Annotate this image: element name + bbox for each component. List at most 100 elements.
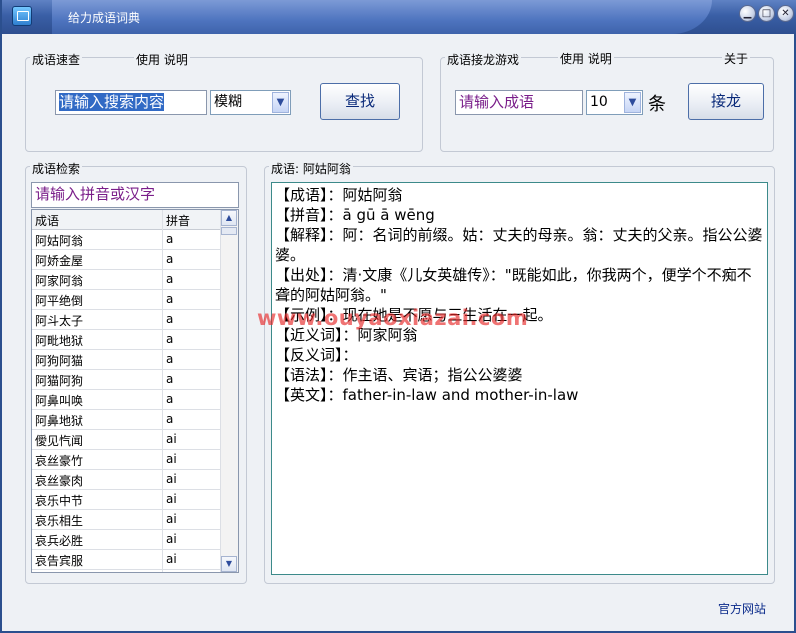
quick-lookup-help-link[interactable]: 使用 说明 xyxy=(134,51,190,68)
list-item[interactable]: 阿狗阿猫 a xyxy=(32,350,222,370)
scroll-down-button[interactable]: ▼ xyxy=(221,556,237,572)
list-item-pinyin: a xyxy=(166,272,174,286)
list-item-pinyin: a xyxy=(166,372,174,386)
list-item-idiom: 哀告宾服 xyxy=(35,554,84,568)
list-item-pinyin: a xyxy=(166,352,174,366)
match-mode-value: 模糊 xyxy=(214,94,242,110)
list-item-idiom: 阿猫阿狗 xyxy=(35,374,84,388)
minimize-button[interactable]: ▁ xyxy=(739,5,756,22)
maximize-icon: □ xyxy=(761,8,772,19)
detail-line: 【拼音】：ā gū ā wēng xyxy=(275,206,435,224)
detail-line: 【出处】：清·文康《儿女英雄传》："既能如此，你我两个，便学个不痴不聋的阿姑阿翁… xyxy=(275,266,752,304)
quick-lookup-label: 成语速查 xyxy=(30,51,83,68)
search-input[interactable]: 请输入搜索内容 xyxy=(55,90,207,115)
chain-count-value: 10 xyxy=(590,94,608,110)
search-panel-label: 成语检索 xyxy=(30,160,83,177)
app-icon[interactable] xyxy=(12,6,32,26)
list-item-idiom: 阿娇金屋 xyxy=(35,254,84,268)
detail-line: 【反义词】： xyxy=(275,346,358,364)
title-tab xyxy=(52,0,712,34)
scroll-thumb[interactable] xyxy=(221,227,237,235)
close-button[interactable]: ✕ xyxy=(777,5,794,22)
list-item-pinyin: ai xyxy=(166,552,177,566)
list-item[interactable]: 哀乐相生 ai xyxy=(32,510,222,530)
list-item-idiom: 哀丝豪肉 xyxy=(35,474,84,488)
list-item-idiom: 阿家阿翁 xyxy=(35,274,84,288)
list-item[interactable]: 阿鼻叫唤 a xyxy=(32,390,222,410)
list-item-idiom: 阿斗太子 xyxy=(35,314,84,328)
chain-count-select[interactable]: 10 ▼ xyxy=(586,90,643,115)
list-item[interactable]: 哀兵必胜 ai xyxy=(32,530,222,550)
list-item[interactable]: 哀告宾服 ai xyxy=(32,550,222,570)
list-item-pinyin: a xyxy=(166,232,174,246)
list-item-pinyin: ai xyxy=(166,472,177,486)
list-item[interactable]: 僾见忾闻 ai xyxy=(32,430,222,450)
list-item-pinyin: ai xyxy=(166,512,177,526)
list-item-pinyin: a xyxy=(166,412,174,426)
list-item-idiom: 阿狗阿猫 xyxy=(35,354,84,368)
minimize-icon: ▁ xyxy=(743,8,752,19)
chain-button[interactable]: 接龙 xyxy=(688,83,764,120)
list-rows: 阿姑阿翁 a 阿娇金屋 a 阿家阿翁 a 阿平绝倒 a 阿斗太子 a 阿毗地狱 a 阿狗阿猫 a 阿猫阿狗 a… xyxy=(32,230,222,573)
list-item[interactable]: 阿姑阿翁 a xyxy=(32,230,222,250)
list-item-pinyin: ai xyxy=(166,572,177,573)
list-item-pinyin: a xyxy=(166,252,174,266)
list-item-idiom: 阿鼻地狱 xyxy=(35,414,84,428)
list-item[interactable]: 哀丝豪肉 ai xyxy=(32,470,222,490)
list-item-pinyin: ai xyxy=(166,532,177,546)
list-item[interactable]: 阿娇金屋 a xyxy=(32,250,222,270)
official-site-link[interactable]: 官方网站 xyxy=(718,600,766,617)
search-input-text: 请输入搜索内容 xyxy=(59,93,165,111)
list-item[interactable]: 阿家阿翁 a xyxy=(32,270,222,290)
list-item[interactable]: 阿毗地狱 a xyxy=(32,330,222,350)
list-item-idiom: 阿姑阿翁 xyxy=(35,234,84,248)
list-item[interactable]: 阿斗太子 a xyxy=(32,310,222,330)
chevron-down-icon[interactable]: ▼ xyxy=(272,92,289,113)
about-link[interactable]: 关于 xyxy=(722,50,751,67)
list-item[interactable]: 哀哀欲绝 ai xyxy=(32,570,222,573)
search-button[interactable]: 查找 xyxy=(320,83,400,120)
window-title: 给力成语词典 xyxy=(68,11,141,25)
title-bar[interactable]: 给力成语词典 ▁ □ ✕ xyxy=(2,0,796,34)
list-item-pinyin: ai xyxy=(166,492,177,506)
scroll-up-button[interactable]: ▲ xyxy=(221,210,237,226)
list-item[interactable]: 阿鼻地狱 a xyxy=(32,410,222,430)
list-item-idiom: 僾见忾闻 xyxy=(35,434,84,448)
list-scrollbar[interactable]: ▲ ▼ xyxy=(220,210,238,572)
list-item-idiom: 哀乐相生 xyxy=(35,514,84,528)
app-window: 给力成语词典 ▁ □ ✕ 成语速查 使用 说明 请输入搜索内容 模糊 ▼ 查找 … xyxy=(0,0,796,633)
list-item[interactable]: 哀丝豪竹 ai xyxy=(32,450,222,470)
chain-game-help-link[interactable]: 使用 说明 xyxy=(558,50,614,67)
list-item-pinyin: a xyxy=(166,332,174,346)
detail-text-area[interactable]: 【成语】：阿姑阿翁【拼音】：ā gū ā wēng 【解释】：阿：名词的前缀。姑：… xyxy=(271,182,768,575)
list-item[interactable]: 哀乐中节 ai xyxy=(32,490,222,510)
watermark-text: www.ouyaoxiazai.com xyxy=(257,306,529,330)
list-item-idiom: 哀兵必胜 xyxy=(35,534,84,548)
list-item[interactable]: 阿猫阿狗 a xyxy=(32,370,222,390)
list-item-pinyin: ai xyxy=(166,452,177,466)
pinyin-search-input[interactable]: 请输入拼音或汉字 xyxy=(31,182,239,208)
list-item-pinyin: a xyxy=(166,312,174,326)
list-item-idiom: 阿鼻叫唤 xyxy=(35,394,84,408)
maximize-button[interactable]: □ xyxy=(758,5,775,22)
chain-game-label: 成语接龙游戏 xyxy=(445,51,522,68)
list-item-idiom: 哀哀欲绝 xyxy=(35,572,83,573)
detail-line: 【英文】：father-in-law and mother-in-law xyxy=(275,386,579,404)
idiom-list[interactable]: 成语 拼音 阿姑阿翁 a 阿娇金屋 a 阿家阿翁 a 阿平绝倒 a 阿斗太子 a 阿毗地狱 a 阿狗阿猫… xyxy=(31,209,239,573)
chain-count-unit: 条 xyxy=(648,94,666,115)
chevron-down-icon[interactable]: ▼ xyxy=(624,92,641,113)
list-header: 成语 拼音 xyxy=(32,210,222,230)
list-item[interactable]: 阿平绝倒 a xyxy=(32,290,222,310)
list-item-idiom: 阿平绝倒 xyxy=(35,294,84,308)
detail-line: 【解释】：阿：名词的前缀。姑：丈夫的母亲。翁：丈夫的父亲。指公公婆婆。 xyxy=(275,226,763,264)
detail-line: 【成语】：阿姑阿翁 xyxy=(275,186,403,204)
column-header-pinyin[interactable]: 拼音 xyxy=(166,212,190,229)
close-icon: ✕ xyxy=(781,8,790,19)
list-item-idiom: 哀丝豪竹 xyxy=(35,454,84,468)
list-item-idiom: 阿毗地狱 xyxy=(35,334,84,348)
match-mode-select[interactable]: 模糊 ▼ xyxy=(210,90,291,115)
detail-line: 【语法】：作主语、宾语；指公公婆婆 xyxy=(275,366,523,384)
detail-label: 成语: 阿姑阿翁 xyxy=(269,160,353,177)
column-header-idiom[interactable]: 成语 xyxy=(35,212,59,229)
chain-input[interactable]: 请输入成语 xyxy=(455,90,583,115)
